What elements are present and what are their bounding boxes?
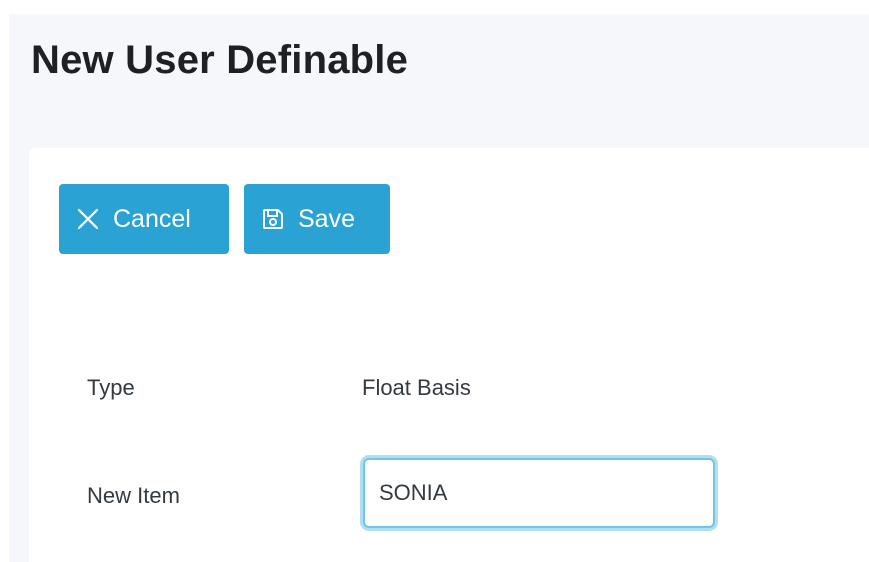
save-floppy-icon bbox=[260, 206, 286, 232]
form-card: Cancel Save Type Float Basis New Item bbox=[29, 148, 869, 562]
cancel-button[interactable]: Cancel bbox=[59, 184, 229, 254]
cancel-button-label: Cancel bbox=[113, 204, 191, 233]
type-value: Float Basis bbox=[362, 375, 471, 400]
new-item-input[interactable] bbox=[363, 458, 715, 528]
save-button[interactable]: Save bbox=[244, 184, 390, 254]
type-label: Type bbox=[87, 375, 135, 400]
save-button-label: Save bbox=[298, 204, 355, 233]
page-background: New User Definable Cancel Save Type Floa… bbox=[9, 14, 869, 562]
new-item-label: New Item bbox=[87, 483, 180, 508]
page-title: New User Definable bbox=[31, 38, 409, 82]
close-icon bbox=[75, 206, 101, 232]
